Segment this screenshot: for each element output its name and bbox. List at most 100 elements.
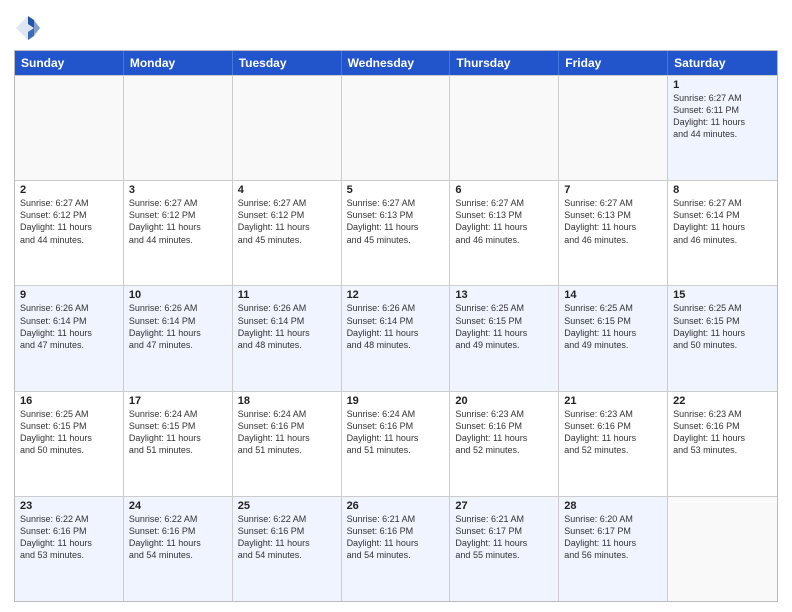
day-number: 13	[455, 289, 553, 301]
cell-info: Sunrise: 6:23 AM Sunset: 6:16 PM Dayligh…	[455, 408, 553, 457]
calendar-cell-r3-c2: 18Sunrise: 6:24 AM Sunset: 6:16 PM Dayli…	[233, 392, 342, 496]
day-number: 16	[20, 395, 118, 407]
day-number: 22	[673, 395, 772, 407]
calendar-body: 1Sunrise: 6:27 AM Sunset: 6:11 PM Daylig…	[15, 75, 777, 601]
cell-info: Sunrise: 6:21 AM Sunset: 6:17 PM Dayligh…	[455, 513, 553, 562]
cell-info: Sunrise: 6:21 AM Sunset: 6:16 PM Dayligh…	[347, 513, 445, 562]
calendar-cell-r1-c4: 6Sunrise: 6:27 AM Sunset: 6:13 PM Daylig…	[450, 181, 559, 285]
day-number: 4	[238, 184, 336, 196]
calendar-cell-r3-c3: 19Sunrise: 6:24 AM Sunset: 6:16 PM Dayli…	[342, 392, 451, 496]
day-number: 12	[347, 289, 445, 301]
cell-info: Sunrise: 6:26 AM Sunset: 6:14 PM Dayligh…	[347, 302, 445, 351]
day-number: 10	[129, 289, 227, 301]
calendar-cell-r3-c6: 22Sunrise: 6:23 AM Sunset: 6:16 PM Dayli…	[668, 392, 777, 496]
calendar-cell-r0-c5	[559, 76, 668, 180]
cell-info: Sunrise: 6:27 AM Sunset: 6:12 PM Dayligh…	[129, 197, 227, 246]
calendar-cell-r1-c1: 3Sunrise: 6:27 AM Sunset: 6:12 PM Daylig…	[124, 181, 233, 285]
calendar-header: SundayMondayTuesdayWednesdayThursdayFrid…	[15, 51, 777, 75]
cell-info: Sunrise: 6:26 AM Sunset: 6:14 PM Dayligh…	[20, 302, 118, 351]
day-number: 7	[564, 184, 662, 196]
cell-info: Sunrise: 6:20 AM Sunset: 6:17 PM Dayligh…	[564, 513, 662, 562]
cell-info: Sunrise: 6:27 AM Sunset: 6:12 PM Dayligh…	[238, 197, 336, 246]
cell-info: Sunrise: 6:26 AM Sunset: 6:14 PM Dayligh…	[129, 302, 227, 351]
day-number: 8	[673, 184, 772, 196]
day-number: 9	[20, 289, 118, 301]
header-day-monday: Monday	[124, 51, 233, 75]
day-number: 1	[673, 79, 772, 91]
day-number: 21	[564, 395, 662, 407]
calendar-cell-r2-c1: 10Sunrise: 6:26 AM Sunset: 6:14 PM Dayli…	[124, 286, 233, 390]
day-number: 24	[129, 500, 227, 512]
calendar-row-1: 2 Sunrise: 6:27 AM Sunset: 6:12 PM Daylig…	[15, 180, 777, 285]
calendar-cell-r0-c0	[15, 76, 124, 180]
calendar-cell-r1-c6: 8Sunrise: 6:27 AM Sunset: 6:14 PM Daylig…	[668, 181, 777, 285]
header-day-tuesday: Tuesday	[233, 51, 342, 75]
calendar-cell-r0-c3	[342, 76, 451, 180]
calendar-cell-r4-c6	[668, 497, 777, 601]
calendar-cell-r3-c4: 20Sunrise: 6:23 AM Sunset: 6:16 PM Dayli…	[450, 392, 559, 496]
calendar-cell-r4-c3: 26Sunrise: 6:21 AM Sunset: 6:16 PM Dayli…	[342, 497, 451, 601]
cell-info: Sunrise: 6:25 AM Sunset: 6:15 PM Dayligh…	[564, 302, 662, 351]
day-number: 11	[238, 289, 336, 301]
day-number: 15	[673, 289, 772, 301]
header	[14, 10, 778, 42]
calendar-cell-r0-c2	[233, 76, 342, 180]
cell-info: Sunrise: 6:25 AM Sunset: 6:15 PM Dayligh…	[673, 302, 772, 351]
calendar-cell-r1-c5: 7Sunrise: 6:27 AM Sunset: 6:13 PM Daylig…	[559, 181, 668, 285]
day-number: 5	[347, 184, 445, 196]
day-number: 19	[347, 395, 445, 407]
cell-info: Sunrise: 6:22 AM Sunset: 6:16 PM Dayligh…	[20, 513, 118, 562]
cell-info: Sunrise: 6:25 AM Sunset: 6:15 PM Dayligh…	[20, 408, 118, 457]
calendar-cell-r4-c4: 27Sunrise: 6:21 AM Sunset: 6:17 PM Dayli…	[450, 497, 559, 601]
page: SundayMondayTuesdayWednesdayThursdayFrid…	[0, 0, 792, 612]
cell-info: Sunrise: 6:24 AM Sunset: 6:16 PM Dayligh…	[347, 408, 445, 457]
day-number: 2	[20, 184, 118, 196]
calendar-row-3: 16Sunrise: 6:25 AM Sunset: 6:15 PM Dayli…	[15, 391, 777, 496]
day-number: 20	[455, 395, 553, 407]
day-number: 14	[564, 289, 662, 301]
cell-info: Sunrise: 6:25 AM Sunset: 6:15 PM Dayligh…	[455, 302, 553, 351]
cell-info: Sunrise: 6:24 AM Sunset: 6:16 PM Dayligh…	[238, 408, 336, 457]
header-day-thursday: Thursday	[450, 51, 559, 75]
calendar-row-0: 1Sunrise: 6:27 AM Sunset: 6:11 PM Daylig…	[15, 75, 777, 180]
calendar-cell-r2-c6: 15Sunrise: 6:25 AM Sunset: 6:15 PM Dayli…	[668, 286, 777, 390]
calendar-cell-r3-c0: 16Sunrise: 6:25 AM Sunset: 6:15 PM Dayli…	[15, 392, 124, 496]
calendar-cell-r4-c1: 24Sunrise: 6:22 AM Sunset: 6:16 PM Dayli…	[124, 497, 233, 601]
header-day-sunday: Sunday	[15, 51, 124, 75]
cell-info: Sunrise: 6:27 AM Sunset: 6:13 PM Dayligh…	[455, 197, 553, 246]
cell-info: Sunrise: 6:27 AM Sunset: 6:11 PM Dayligh…	[673, 92, 772, 141]
calendar-cell-r0-c1	[124, 76, 233, 180]
cell-info: Sunrise: 6:27 AM Sunset: 6:13 PM Dayligh…	[347, 197, 445, 246]
day-number: 6	[455, 184, 553, 196]
day-number: 17	[129, 395, 227, 407]
calendar-cell-r2-c2: 11Sunrise: 6:26 AM Sunset: 6:14 PM Dayli…	[233, 286, 342, 390]
day-number: 23	[20, 500, 118, 512]
calendar-cell-r4-c2: 25Sunrise: 6:22 AM Sunset: 6:16 PM Dayli…	[233, 497, 342, 601]
cell-info: Sunrise: 6:27 AM Sunset: 6:14 PM Dayligh…	[673, 197, 772, 246]
calendar-cell-r0-c6: 1Sunrise: 6:27 AM Sunset: 6:11 PM Daylig…	[668, 76, 777, 180]
calendar-cell-r2-c0: 9Sunrise: 6:26 AM Sunset: 6:14 PM Daylig…	[15, 286, 124, 390]
calendar-cell-r2-c4: 13Sunrise: 6:25 AM Sunset: 6:15 PM Dayli…	[450, 286, 559, 390]
calendar-row-4: 23Sunrise: 6:22 AM Sunset: 6:16 PM Dayli…	[15, 496, 777, 601]
calendar-row-2: 9Sunrise: 6:26 AM Sunset: 6:14 PM Daylig…	[15, 285, 777, 390]
cell-info: Sunrise: 6:24 AM Sunset: 6:15 PM Dayligh…	[129, 408, 227, 457]
header-day-friday: Friday	[559, 51, 668, 75]
calendar-cell-r3-c5: 21Sunrise: 6:23 AM Sunset: 6:16 PM Dayli…	[559, 392, 668, 496]
cell-info: Sunrise: 6:23 AM Sunset: 6:16 PM Dayligh…	[673, 408, 772, 457]
calendar-cell-r2-c3: 12Sunrise: 6:26 AM Sunset: 6:14 PM Dayli…	[342, 286, 451, 390]
cell-info: Sunrise: 6:23 AM Sunset: 6:16 PM Dayligh…	[564, 408, 662, 457]
logo-icon	[14, 14, 42, 42]
cell-info: Sunrise: 6:22 AM Sunset: 6:16 PM Dayligh…	[129, 513, 227, 562]
calendar-cell-r4-c0: 23Sunrise: 6:22 AM Sunset: 6:16 PM Dayli…	[15, 497, 124, 601]
cell-info: Sunrise: 6:22 AM Sunset: 6:16 PM Dayligh…	[238, 513, 336, 562]
day-number: 3	[129, 184, 227, 196]
calendar-cell-r3-c1: 17Sunrise: 6:24 AM Sunset: 6:15 PM Dayli…	[124, 392, 233, 496]
cell-info: Sunrise: 6:26 AM Sunset: 6:14 PM Dayligh…	[238, 302, 336, 351]
calendar-cell-r0-c4	[450, 76, 559, 180]
day-number: 27	[455, 500, 553, 512]
day-number: 26	[347, 500, 445, 512]
day-number: 25	[238, 500, 336, 512]
header-day-saturday: Saturday	[668, 51, 777, 75]
logo	[14, 14, 46, 42]
day-number: 28	[564, 500, 662, 512]
